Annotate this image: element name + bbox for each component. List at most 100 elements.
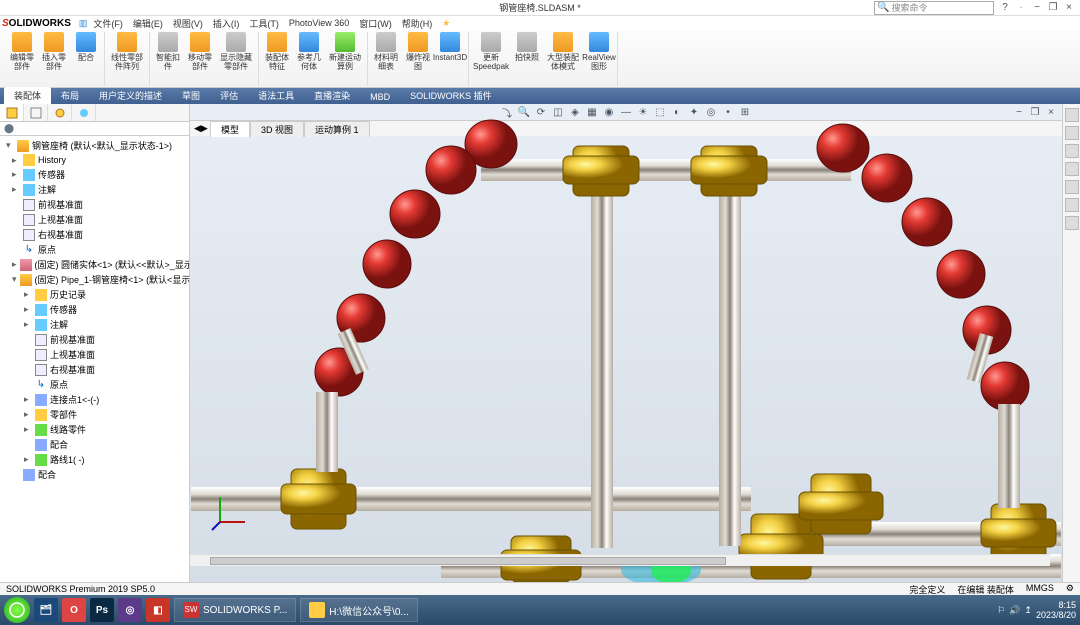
tree-root[interactable]: ▾ 钢管座椅 (默认<默认_显示状态-1>) bbox=[2, 138, 187, 153]
menu-tools[interactable]: 工具(T) bbox=[245, 17, 283, 30]
view-tabs-nav-icon[interactable]: ◀▶ bbox=[194, 123, 208, 134]
ribbon-btn-移动零部件[interactable]: 移动零部件 bbox=[185, 32, 215, 71]
menu-photoview[interactable]: PhotoView 360 bbox=[285, 18, 353, 28]
heads-up-btn-7[interactable]: — bbox=[618, 105, 634, 119]
panel-tab-config[interactable] bbox=[48, 104, 72, 121]
heads-up-btn-12[interactable]: ◎ bbox=[703, 105, 719, 119]
tree-item-16[interactable]: ▸连接点1<-(-) bbox=[2, 392, 187, 407]
tray-network-icon[interactable]: 🔊 bbox=[1009, 605, 1020, 616]
tree-item-20[interactable]: ▸路线1( -) bbox=[2, 452, 187, 467]
tree-item-7[interactable]: ▸(固定) 圆储实体<1> (默认<<默认>_显示状态 1 bbox=[2, 257, 187, 272]
menu-star-icon[interactable]: ★ bbox=[438, 18, 454, 29]
tree-item-2[interactable]: ▸注解 bbox=[2, 182, 187, 197]
tree-item-18[interactable]: ▸线路零件 bbox=[2, 422, 187, 437]
graphics-restore-button[interactable]: ❐ bbox=[1028, 106, 1042, 118]
heads-up-btn-11[interactable]: ✦ bbox=[686, 105, 702, 119]
menu-edit[interactable]: 编辑(E) bbox=[129, 17, 167, 30]
tree-item-9[interactable]: ▸历史记录 bbox=[2, 287, 187, 302]
ribbon-btn-爆炸视图[interactable]: 爆炸视图 bbox=[403, 32, 433, 71]
heads-up-btn-0[interactable]: ⤵ bbox=[499, 105, 515, 119]
tree-item-19[interactable]: 配合 bbox=[2, 437, 187, 452]
panel-tab-property[interactable] bbox=[24, 104, 48, 121]
tree-item-4[interactable]: 上视基准面 bbox=[2, 212, 187, 227]
heads-up-btn-3[interactable]: ◫ bbox=[550, 105, 566, 119]
horizontal-scrollbar[interactable] bbox=[190, 554, 1050, 566]
heads-up-btn-2[interactable]: ⟳ bbox=[533, 105, 549, 119]
tree-item-8[interactable]: ▾(固定) Pipe_1-钢管座椅<1> (默认<显示状态-1>) bbox=[2, 272, 187, 287]
close-button[interactable]: × bbox=[1062, 2, 1076, 14]
status-units[interactable]: MMGS bbox=[1026, 583, 1054, 596]
menu-window[interactable]: 窗口(W) bbox=[355, 17, 396, 30]
restore-button[interactable]: ❐ bbox=[1046, 2, 1060, 14]
command-tab-5[interactable]: 语法工具 bbox=[248, 87, 304, 104]
panel-tab-feature-tree[interactable] bbox=[0, 104, 24, 121]
taskbar-icon-explorer[interactable]: 🗂 bbox=[34, 598, 58, 622]
tree-item-1[interactable]: ▸传感器 bbox=[2, 167, 187, 182]
command-tab-4[interactable]: 评估 bbox=[210, 87, 248, 104]
menu-help[interactable]: 帮助(H) bbox=[398, 17, 437, 30]
ribbon-btn-新建运动算例[interactable]: 新建运动算例 bbox=[326, 32, 364, 71]
panel-nav-icon[interactable]: ⬤ bbox=[4, 123, 14, 134]
graphics-area[interactable]: ⤵🔍⟳◫◈▦◉—☀⬚◐✦◎•⊞ − ❐ × bbox=[190, 104, 1062, 582]
tray-clock[interactable]: 8:15 bbox=[1036, 600, 1076, 610]
tree-item-14[interactable]: 右视基准面 bbox=[2, 362, 187, 377]
menu-view[interactable]: 视图(V) bbox=[169, 17, 207, 30]
ribbon-btn-装配体特征[interactable]: 装配体特征 bbox=[262, 32, 292, 71]
ribbon-btn-显示隐藏零部件[interactable]: 显示隐藏零部件 bbox=[217, 32, 255, 71]
ribbon-btn-realview[interactable]: RealView图形 bbox=[584, 32, 614, 71]
tree-item-11[interactable]: ▸注解 bbox=[2, 317, 187, 332]
taskbar-task-solidworks[interactable]: SW SOLIDWORKS P... bbox=[174, 598, 296, 622]
ribbon-btn-配合[interactable]: 配合 bbox=[71, 32, 101, 62]
tree-item-10[interactable]: ▸传感器 bbox=[2, 302, 187, 317]
menu-file-icon[interactable]: ▥ bbox=[79, 18, 88, 29]
command-tab-1[interactable]: 布局 bbox=[51, 87, 89, 104]
taskpane-tab-design-library[interactable] bbox=[1065, 126, 1079, 140]
tree-item-13[interactable]: 上视基准面 bbox=[2, 347, 187, 362]
menu-insert[interactable]: 插入(I) bbox=[209, 17, 244, 30]
tree-item-6[interactable]: ↳原点 bbox=[2, 242, 187, 257]
ribbon-btn-快照[interactable]: 拍快照 bbox=[512, 32, 542, 62]
command-tab-8[interactable]: SOLIDWORKS 插件 bbox=[400, 87, 502, 104]
ribbon-btn-智能扣件[interactable]: 智能扣件 bbox=[153, 32, 183, 71]
ribbon-btn-插入零部件[interactable]: 插入零部件 bbox=[39, 32, 69, 71]
minimize-button[interactable]: − bbox=[1030, 2, 1044, 14]
heads-up-btn-8[interactable]: ☀ bbox=[635, 105, 651, 119]
start-button[interactable] bbox=[4, 597, 30, 623]
graphics-close-button[interactable]: × bbox=[1044, 106, 1058, 118]
command-tab-0[interactable]: 装配体 bbox=[4, 87, 51, 104]
tree-item-15[interactable]: ↳原点 bbox=[2, 377, 187, 392]
heads-up-btn-13[interactable]: • bbox=[720, 105, 736, 119]
graphics-min-button[interactable]: − bbox=[1012, 106, 1026, 118]
tree-item-3[interactable]: 前视基准面 bbox=[2, 197, 187, 212]
ribbon-btn-材料明细表[interactable]: 材料明细表 bbox=[371, 32, 401, 71]
taskpane-tab-forum[interactable] bbox=[1065, 216, 1079, 230]
taskpane-tab-appearances[interactable] bbox=[1065, 180, 1079, 194]
heads-up-btn-10[interactable]: ◐ bbox=[669, 105, 685, 119]
ribbon-btn-編輯零部件[interactable]: 编辑零部件 bbox=[7, 32, 37, 71]
orientation-triad[interactable] bbox=[210, 492, 250, 532]
tree-item-0[interactable]: ▸History bbox=[2, 153, 187, 167]
tree-item-12[interactable]: 前视基准面 bbox=[2, 332, 187, 347]
command-tab-3[interactable]: 草图 bbox=[172, 87, 210, 104]
ribbon-btn-instant3d[interactable]: Instant3D bbox=[435, 32, 465, 62]
taskpane-tab-custom-props[interactable] bbox=[1065, 198, 1079, 212]
view-tab-model[interactable]: 模型 bbox=[210, 121, 250, 137]
taskpane-tab-file-explorer[interactable] bbox=[1065, 144, 1079, 158]
heads-up-btn-14[interactable]: ⊞ bbox=[737, 105, 753, 119]
ribbon-btn-大型装配模式[interactable]: 大型装配体模式 bbox=[544, 32, 582, 71]
taskbar-icon-teams[interactable]: ◎ bbox=[118, 598, 142, 622]
ribbon-btn-参考几何体[interactable]: 参考几何体 bbox=[294, 32, 324, 71]
tray-sound-icon[interactable]: ↥ bbox=[1024, 605, 1032, 616]
status-gear-icon[interactable]: ⚙ bbox=[1066, 583, 1074, 596]
taskpane-tab-resources[interactable] bbox=[1065, 108, 1079, 122]
ribbon-btn-speedpak[interactable]: 更新Speedpak bbox=[472, 32, 510, 71]
help-button[interactable]: ? bbox=[998, 2, 1012, 14]
menu-file[interactable]: 文件(F) bbox=[89, 17, 127, 30]
ribbon-btn-陣列[interactable]: 线性零部件阵列 bbox=[108, 32, 146, 71]
tree-item-5[interactable]: 右视基准面 bbox=[2, 227, 187, 242]
heads-up-btn-5[interactable]: ▦ bbox=[584, 105, 600, 119]
heads-up-btn-4[interactable]: ◈ bbox=[567, 105, 583, 119]
taskbar-icon-office[interactable]: O bbox=[62, 598, 86, 622]
tray-date[interactable]: 2023/8/20 bbox=[1036, 610, 1076, 620]
command-tab-6[interactable]: 直播渲染 bbox=[304, 87, 360, 104]
